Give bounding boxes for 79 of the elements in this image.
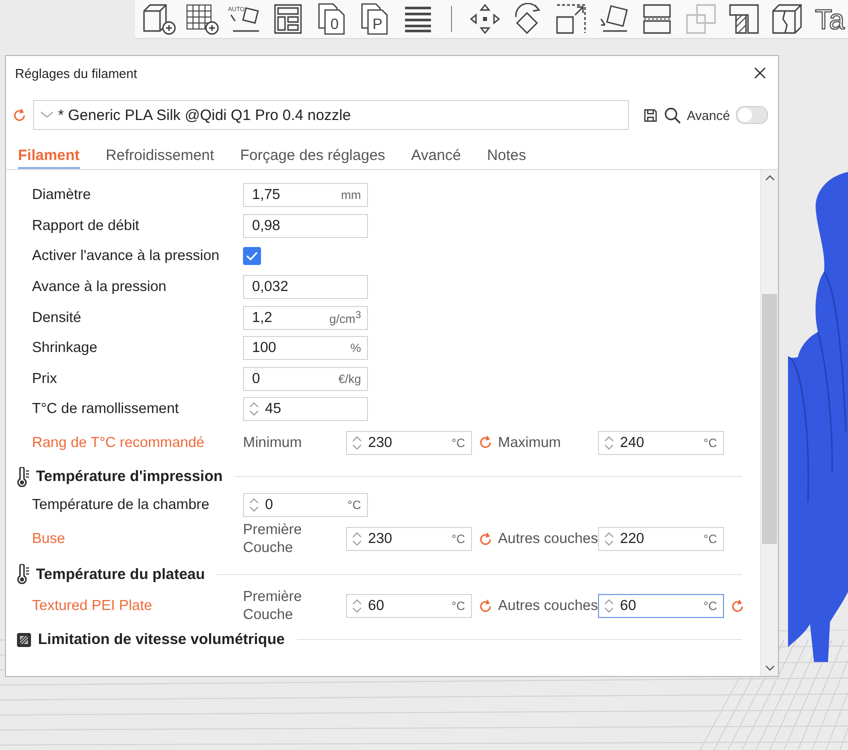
tab[interactable]: Avancé — [411, 147, 461, 169]
spin-arrows-icon[interactable] — [351, 597, 363, 616]
section-title: Température du plateau — [36, 566, 205, 583]
tab[interactable]: Refroidissement — [106, 147, 214, 169]
checkbox[interactable] — [243, 247, 261, 266]
setting-label: Buse — [32, 531, 66, 548]
add-grid-icon[interactable] — [185, 3, 220, 35]
add-cube-icon[interactable] — [142, 3, 176, 35]
spin-arrows-icon[interactable] — [603, 597, 615, 616]
spin-field[interactable]: 230 °C — [346, 430, 472, 455]
spin-arrows-icon[interactable] — [351, 434, 363, 452]
reset-icon[interactable] — [12, 108, 27, 122]
spin-field[interactable]: 230 °C — [346, 527, 472, 552]
field-label: Autres couches — [498, 530, 598, 548]
setting-label: Densité — [32, 310, 82, 326]
setting-label: Avance à la pression — [32, 279, 168, 296]
text-field[interactable]: 0,98 — [243, 214, 368, 238]
scroll-down-icon[interactable] — [764, 664, 774, 672]
field-label: Maximum — [498, 434, 562, 452]
hatched-block-icon[interactable] — [728, 3, 760, 35]
spin-field[interactable]: 220 °C — [598, 527, 724, 552]
spin-arrows-icon[interactable] — [351, 530, 363, 548]
reset-icon[interactable] — [478, 435, 492, 450]
tab[interactable]: Forçage des réglages — [240, 147, 386, 169]
reset-icon[interactable] — [730, 598, 744, 614]
chevron-down-icon — [40, 111, 54, 119]
layers-list-icon[interactable] — [402, 5, 433, 33]
setting-label: T°C de ramollissement — [32, 401, 180, 418]
window-title: Réglages du filament — [15, 66, 138, 80]
move-icon[interactable] — [468, 3, 501, 35]
field-label: Première Couche — [243, 588, 303, 624]
setting-label: Diamètre — [32, 187, 92, 204]
preset-dropdown[interactable]: * Generic PLA Silk @Qidi Q1 Pro 0.4 nozzle — [33, 100, 629, 130]
spin-field[interactable]: 60 °C — [346, 594, 472, 618]
advanced-label: Avancé — [686, 108, 730, 122]
search-icon[interactable] — [664, 106, 681, 124]
text-tool-icon[interactable]: Ta — [814, 3, 846, 35]
setting-label: Shrinkage — [32, 340, 98, 356]
spin-arrows-icon[interactable] — [248, 496, 260, 514]
text-field[interactable]: 1,2 g/cm$^{3}$ — [243, 306, 368, 330]
hatched-square-icon — [16, 632, 32, 648]
save-icon[interactable] — [642, 108, 658, 122]
setting-label: Rapport de débit — [32, 218, 140, 234]
text-field[interactable]: 100 % — [243, 336, 368, 360]
spin-arrows-icon[interactable] — [248, 400, 260, 418]
thermometer-icon — [16, 466, 30, 487]
layout-icon[interactable] — [272, 3, 304, 35]
cube-seam-icon[interactable] — [770, 3, 803, 35]
field-label: Minimum — [243, 434, 303, 452]
advanced-toggle[interactable] — [736, 106, 768, 124]
setting-label: Température de la chambre — [32, 497, 210, 514]
spin-arrows-icon[interactable] — [603, 434, 615, 452]
checkmark-icon — [246, 251, 258, 262]
reset-icon[interactable] — [478, 532, 492, 547]
setting-label: Prix — [32, 370, 58, 387]
setting-label: Textured PEI Plate — [32, 598, 154, 614]
close-icon[interactable] — [754, 67, 766, 79]
spin-field[interactable]: 0 °C — [243, 493, 368, 518]
cut-icon[interactable] — [641, 3, 674, 35]
spin-arrows-icon[interactable] — [603, 530, 615, 548]
scrollbar-thumb[interactable] — [762, 294, 777, 544]
text-field[interactable]: 1,75 mm — [243, 183, 368, 208]
scrollbar[interactable] — [760, 170, 778, 676]
tab[interactable]: Notes — [486, 147, 526, 169]
spin-field[interactable]: 240 °C — [598, 430, 724, 455]
thermometer-icon — [16, 564, 30, 584]
text-field[interactable]: 0 €/kg — [243, 366, 368, 391]
spin-field[interactable]: 45 — [243, 397, 368, 422]
field-label: Autres couches — [498, 597, 598, 616]
text-field[interactable]: 0,032 — [243, 275, 368, 300]
section-title: Limitation de vitesse volumétrique — [38, 631, 285, 648]
reset-icon[interactable] — [478, 598, 492, 614]
scroll-up-icon[interactable] — [764, 174, 774, 182]
scale-icon[interactable] — [555, 3, 588, 35]
setting-label: Rang de T°C recommandé — [32, 434, 206, 451]
spin-field[interactable]: 60 °C — [598, 594, 724, 618]
setting-label: Activer l'avance à la pression — [32, 248, 220, 264]
section-title: Température d'impression — [36, 468, 223, 486]
field-label: Première Couche — [243, 521, 303, 558]
